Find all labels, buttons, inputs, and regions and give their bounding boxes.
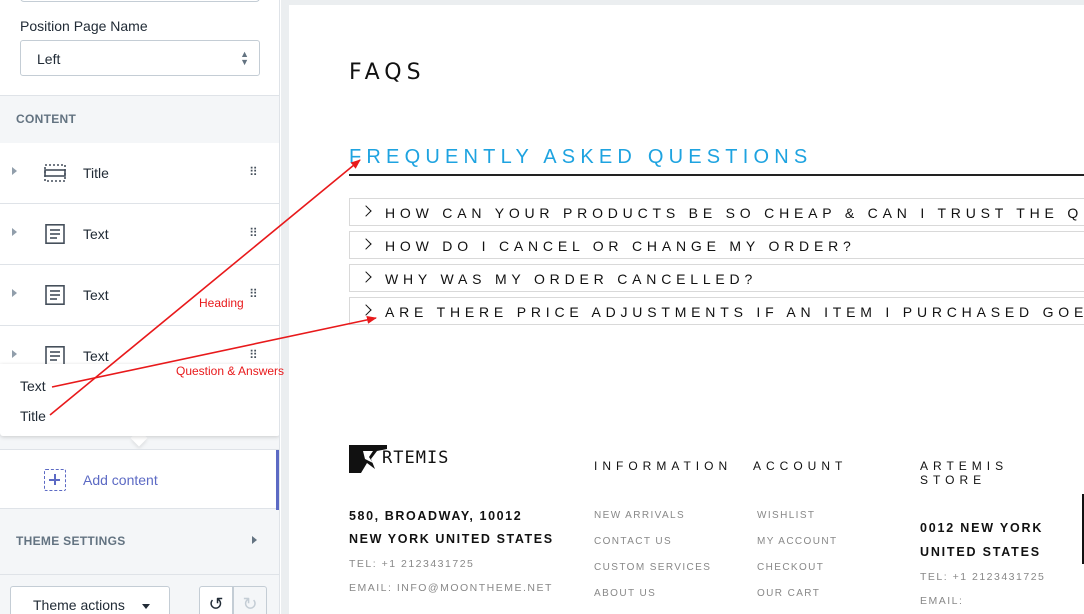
footer-store-email: EMAIL: (920, 595, 964, 607)
faq-question: HOW DO I CANCEL OR CHANGE MY ORDER? (385, 238, 856, 254)
footer-logo[interactable]: RTEMIS (349, 445, 459, 475)
undo-icon: ↺ (208, 594, 224, 614)
faq-question-row[interactable]: HOW CAN YOUR PRODUCTS BE SO CHEAP & CAN … (349, 198, 1084, 226)
footer-store-heading: STORE (920, 473, 987, 487)
content-item-label: Title (83, 165, 109, 181)
footer-store-line: 0012 NEW YORK (920, 521, 1044, 535)
footer-store-heading: ARTEMIS (920, 459, 1009, 473)
text-block-icon (45, 346, 65, 366)
footer-information-heading: INFORMATION (594, 459, 733, 473)
popover-option-text[interactable]: Text (20, 378, 46, 394)
footer-tel: TEL: +1 2123431725 (349, 558, 475, 570)
chevron-right-icon (252, 536, 257, 544)
add-content-button[interactable]: Add content (0, 449, 279, 510)
heading-divider (349, 174, 1084, 176)
content-item-label: Text (83, 226, 109, 242)
dropdown-caret-icon (142, 604, 150, 609)
theme-settings-row[interactable]: THEME SETTINGS (0, 510, 279, 570)
content-item-text[interactable]: Text ⠿ (0, 204, 279, 265)
faq-question: WHY WAS MY ORDER CANCELLED? (385, 271, 758, 287)
faq-question-row[interactable]: WHY WAS MY ORDER CANCELLED? (349, 264, 1084, 292)
footer-email[interactable]: EMAIL: INFO@MOONTHEME.NET (349, 582, 553, 594)
footer-link[interactable]: CHECKOUT (757, 562, 824, 573)
sidebar-footer: Theme actions ↺ ↻ (0, 574, 279, 614)
footer-link[interactable]: CONTACT US (594, 536, 672, 547)
footer-store-tel: TEL: +1 2123431725 (920, 571, 1046, 583)
theme-settings-label: THEME SETTINGS (16, 534, 126, 548)
faq-heading: FREQUENTLY ASKED QUESTIONS (349, 146, 813, 168)
add-content-label: Add content (83, 472, 158, 488)
footer-address-line: NEW YORK UNITED STATES (349, 532, 554, 546)
content-item-label: Text (83, 287, 109, 303)
chevron-right-icon (360, 304, 372, 316)
redo-button[interactable]: ↻ (233, 586, 267, 614)
footer-account-heading: ACCOUNT (753, 459, 848, 473)
add-block-icon (44, 469, 66, 491)
faq-question-row[interactable]: HOW DO I CANCEL OR CHANGE MY ORDER? (349, 231, 1084, 259)
drag-handle-icon[interactable]: ⠿ (249, 287, 258, 301)
chevron-right-icon (360, 205, 372, 217)
footer-address-line: 580, BROADWAY, 10012 (349, 509, 523, 523)
logo-wordmark: RTEMIS (382, 448, 450, 468)
text-block-icon (45, 285, 65, 305)
position-select-value: Left (37, 51, 61, 67)
footer-link[interactable]: CUSTOM SERVICES (594, 562, 711, 573)
expand-caret-icon[interactable] (12, 167, 17, 175)
faq-question: HOW CAN YOUR PRODUCTS BE SO CHEAP & CAN … (385, 205, 1084, 221)
previous-field-edge (20, 0, 260, 2)
section-settings-card: Position Page Name Left ▲ ▼ (0, 0, 279, 96)
drag-handle-icon[interactable]: ⠿ (249, 226, 258, 240)
footer-link[interactable]: OUR CART (757, 588, 820, 599)
footer-link[interactable]: MY ACCOUNT (757, 536, 838, 547)
popover-option-title[interactable]: Title (20, 408, 46, 424)
footer-store-line: UNITED STATES (920, 545, 1041, 559)
footer-link[interactable]: ABOUT US (594, 588, 656, 599)
faq-question: ARE THERE PRICE ADJUSTMENTS IF AN ITEM I… (385, 304, 1084, 320)
footer-link[interactable]: WISHLIST (757, 510, 815, 521)
theme-actions-label: Theme actions (33, 597, 125, 613)
expand-caret-icon[interactable] (12, 289, 17, 297)
chevron-right-icon (360, 271, 372, 283)
content-item-title[interactable]: Title ⠿ (0, 143, 279, 204)
text-block-icon (45, 224, 65, 244)
chevron-right-icon (360, 238, 372, 250)
content-section-heading: CONTENT (16, 112, 77, 126)
expand-caret-icon[interactable] (12, 350, 17, 358)
redo-icon: ↻ (242, 594, 258, 614)
undo-button[interactable]: ↺ (199, 586, 233, 614)
position-field-label: Position Page Name (20, 18, 148, 34)
drag-handle-icon[interactable]: ⠿ (249, 348, 258, 362)
drag-handle-icon[interactable]: ⠿ (249, 165, 258, 179)
content-item-label: Text (83, 348, 109, 364)
faq-question-row[interactable]: ARE THERE PRICE ADJUSTMENTS IF AN ITEM I… (349, 297, 1084, 325)
footer-link[interactable]: NEW ARRIVALS (594, 510, 685, 521)
page-title: FAQS (349, 60, 426, 85)
qa-annotation-label: Question & Answers (176, 364, 285, 378)
position-select[interactable]: Left ▲ ▼ (20, 40, 260, 76)
expand-caret-icon[interactable] (12, 228, 17, 236)
store-preview: FAQS FREQUENTLY ASKED QUESTIONS HOW CAN … (289, 5, 1084, 614)
theme-actions-button[interactable]: Theme actions (10, 586, 170, 614)
select-arrows-icon: ▲ ▼ (240, 49, 249, 67)
active-indicator (276, 450, 279, 510)
title-block-icon (44, 164, 66, 182)
heading-annotation-label: Heading (199, 296, 244, 310)
